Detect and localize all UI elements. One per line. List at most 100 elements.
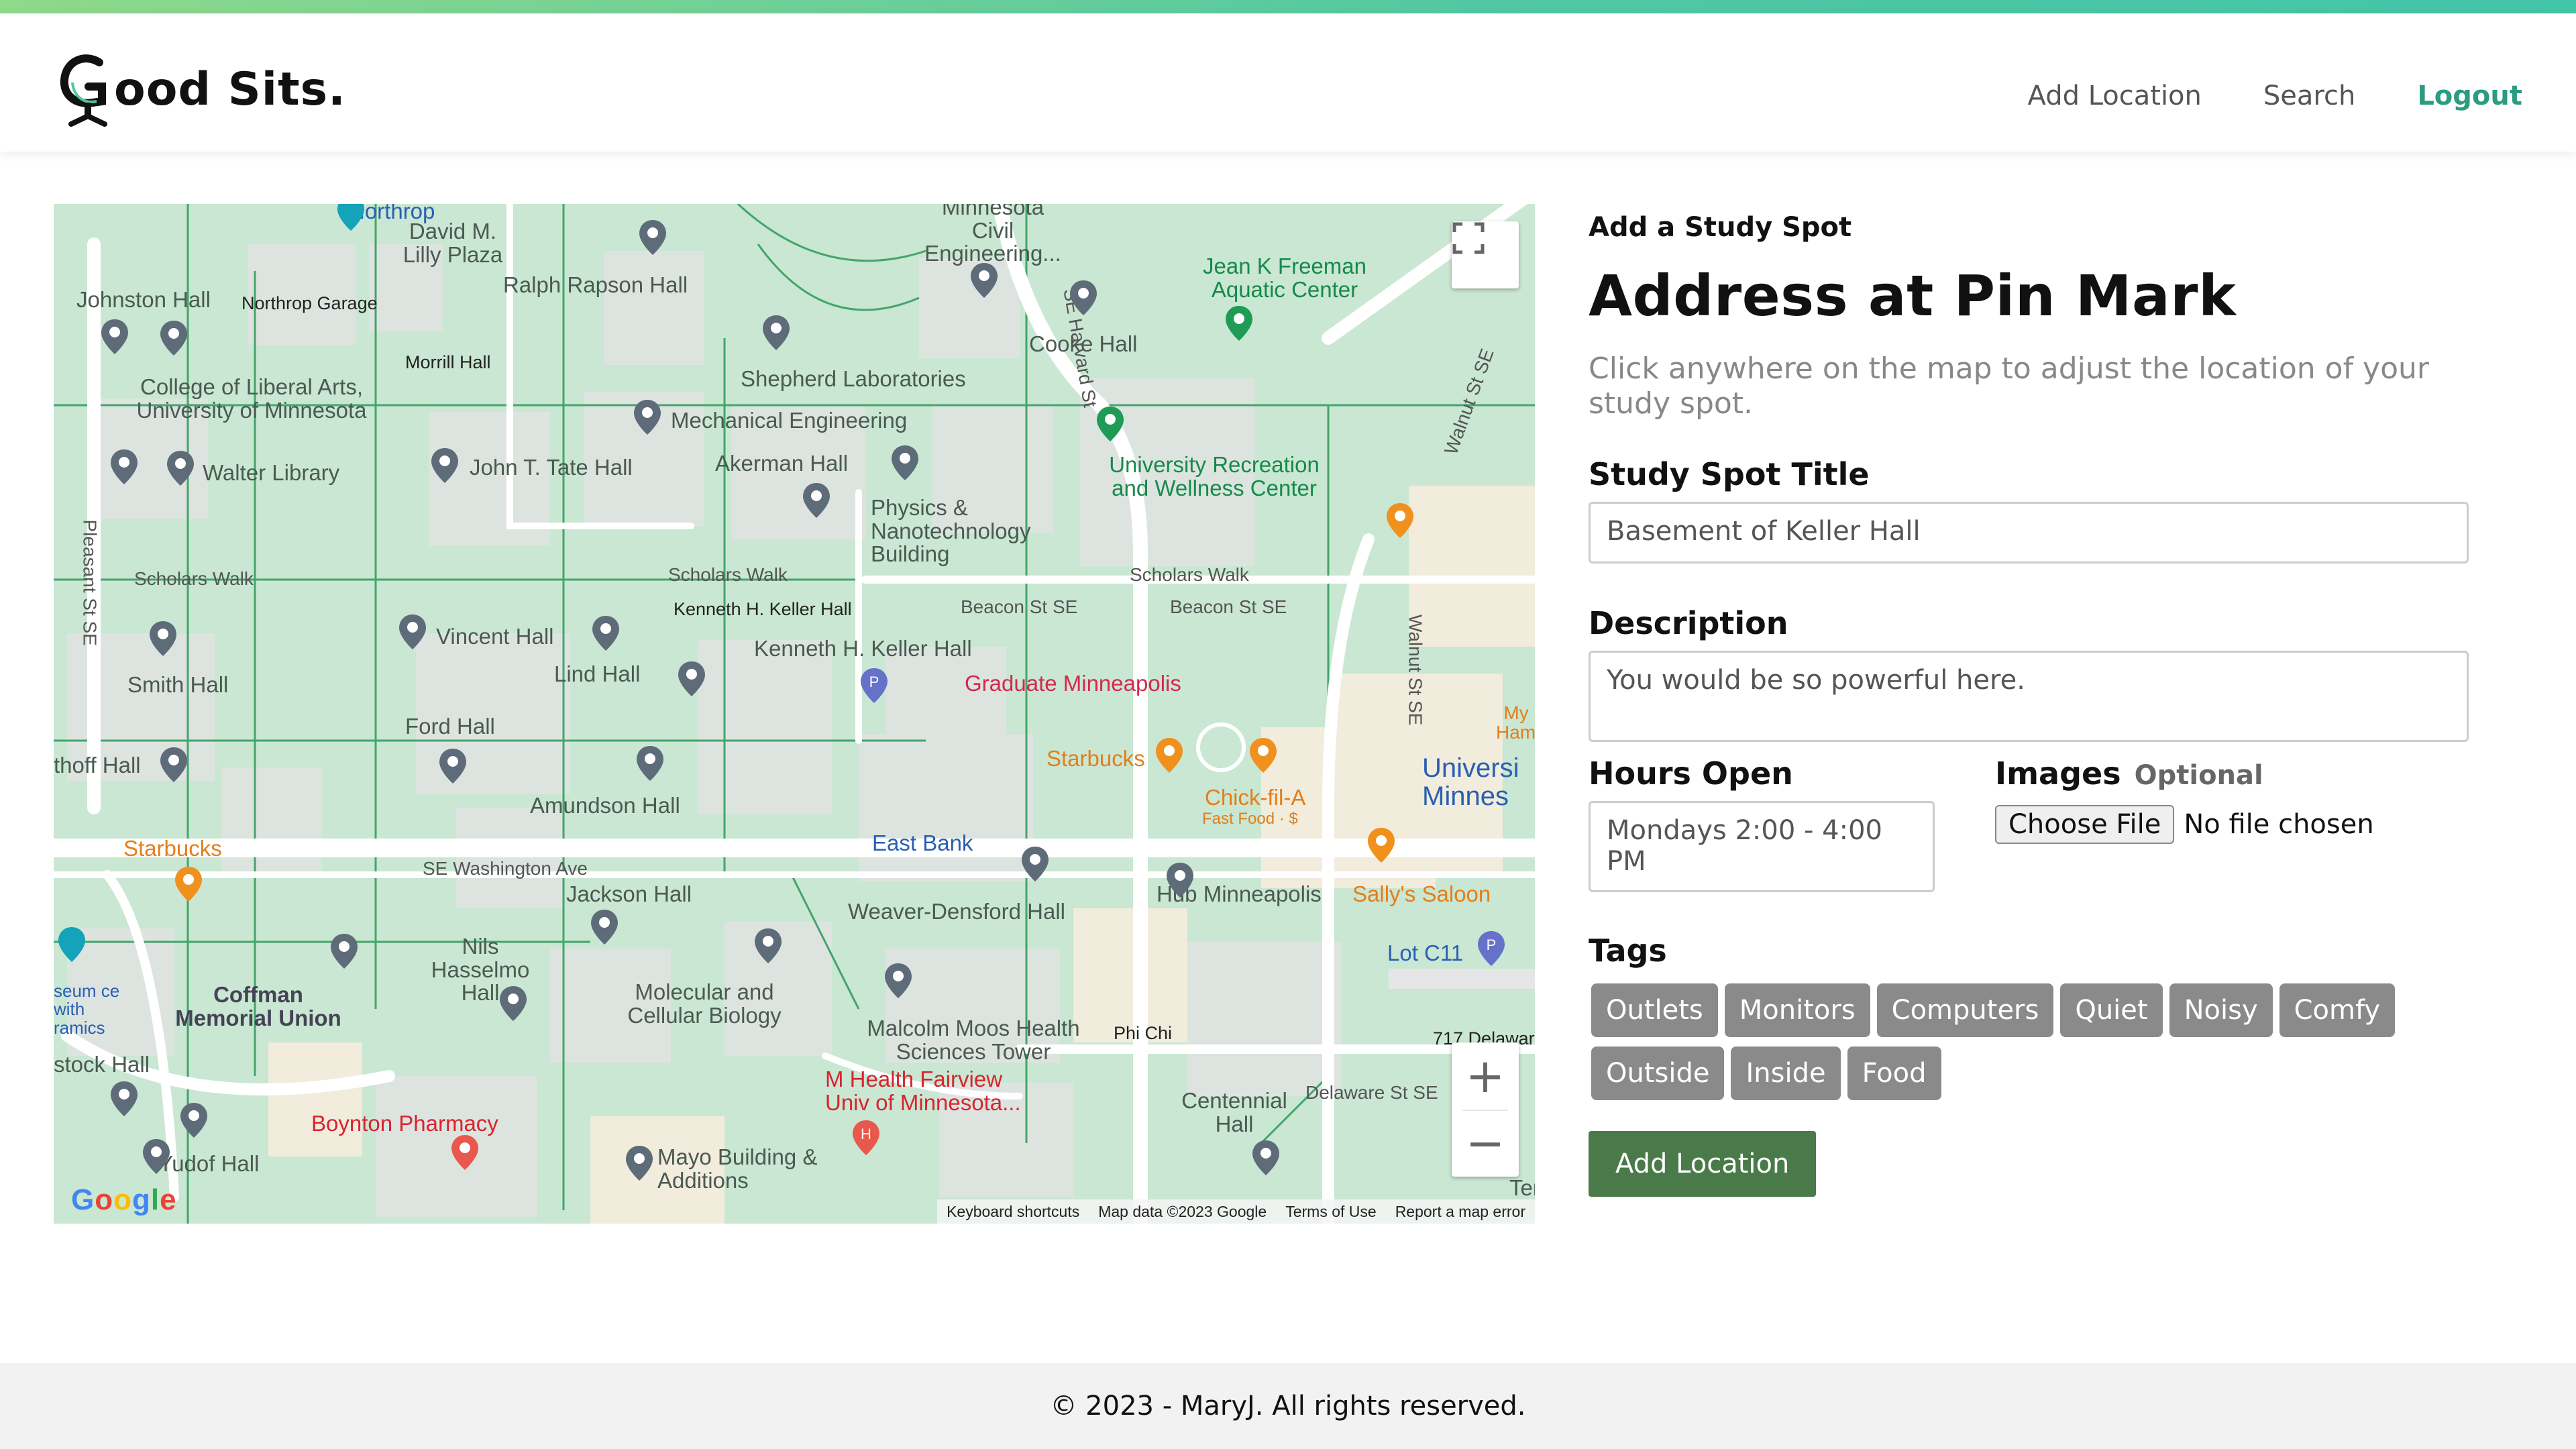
map-pin-icon[interactable] — [676, 660, 707, 698]
museum-pin-icon[interactable] — [56, 926, 87, 963]
school-pin-icon[interactable] — [753, 927, 784, 965]
hub-pin-icon[interactable] — [1165, 861, 1195, 899]
school-pin-icon[interactable] — [1020, 845, 1051, 883]
map-label: David M. Lilly Plaza — [402, 219, 503, 267]
file-status: No file chosen — [2184, 809, 2374, 840]
zoom-divider — [1462, 1110, 1508, 1111]
map-label: College of Liberal Arts, University of M… — [136, 374, 367, 423]
images-label: Images — [1995, 755, 2121, 792]
map-label: Phi Chi — [1114, 1023, 1173, 1043]
map-label: Mayo Building & Additions — [657, 1144, 818, 1193]
keyboard-shortcuts-link[interactable]: Keyboard shortcuts — [947, 1203, 1079, 1221]
school-pin-icon[interactable] — [632, 398, 663, 436]
report-error-link[interactable]: Report a map error — [1395, 1203, 1525, 1221]
google-logo[interactable]: Google — [71, 1183, 177, 1217]
description-textarea[interactable]: You would be so powerful here. — [1589, 651, 2469, 742]
chair-logo-icon — [60, 54, 107, 127]
pharmacy-pin-icon[interactable] — [449, 1134, 480, 1171]
map-label: Sally's Saloon — [1352, 881, 1491, 906]
school-pin-icon[interactable] — [109, 1080, 140, 1118]
school-pin-icon[interactable] — [590, 614, 621, 652]
school-pin-icon[interactable] — [429, 447, 460, 484]
building-pin-icon[interactable] — [329, 932, 360, 970]
school-pin-icon[interactable] — [158, 746, 189, 784]
map-label: John T. Tate Hall — [470, 455, 633, 480]
map-attribution: Keyboard shortcuts Map data ©2023 Google… — [937, 1199, 1535, 1224]
school-pin-icon[interactable] — [1250, 1139, 1281, 1177]
map-view[interactable]: Northrop Minnesota Civil Engineering... … — [54, 204, 1535, 1224]
map-label: M Health Fairview Univ of Minnesota... — [825, 1067, 1021, 1115]
map-label: East Bank — [872, 830, 973, 855]
theater-pin-icon[interactable] — [335, 204, 366, 232]
map-label: SE Washington Ave — [423, 858, 588, 879]
aquatic-pin-icon[interactable] — [1224, 305, 1254, 342]
school-pin-icon[interactable] — [883, 962, 914, 1000]
terms-link[interactable]: Terms of Use — [1285, 1203, 1376, 1221]
school-pin-icon[interactable] — [1068, 279, 1099, 317]
tag-outlets[interactable]: Outlets — [1591, 983, 1718, 1037]
map-label: Physics & Nanotechnology Building — [871, 495, 1031, 567]
copyright-text: © 2023 - MaryJ. All rights reserved. — [1050, 1391, 1526, 1421]
map-label: Molecular and Cellular Biology — [627, 979, 782, 1028]
school-pin-icon[interactable] — [761, 314, 792, 352]
hours-label: Hours Open — [1589, 755, 1793, 792]
fullscreen-icon — [1452, 222, 1485, 254]
school-pin-icon[interactable] — [397, 613, 428, 651]
school-pin-icon[interactable] — [890, 444, 920, 482]
hours-textarea[interactable]: Mondays 2:00 - 4:00 PM — [1589, 801, 1935, 892]
title-label: Study Spot Title — [1589, 456, 1870, 492]
school-pin-icon[interactable] — [141, 1138, 172, 1175]
map-label: Walter Library — [203, 460, 340, 485]
top-accent-strip — [0, 0, 2576, 13]
school-pin-icon[interactable] — [498, 985, 529, 1022]
tag-inside[interactable]: Inside — [1731, 1046, 1841, 1100]
school-pin-icon[interactable] — [801, 482, 832, 519]
recreation-pin-icon[interactable] — [1095, 405, 1126, 443]
school-pin-icon[interactable] — [624, 1144, 655, 1182]
tag-monitors[interactable]: Monitors — [1724, 983, 1870, 1037]
cafe-pin-icon[interactable] — [1154, 737, 1185, 774]
hospital-pin-icon[interactable]: H — [851, 1119, 881, 1157]
map-label: Johnston Hall — [76, 287, 211, 312]
brand-logo[interactable]: ood Sits. — [58, 46, 346, 133]
school-pin-icon[interactable] — [109, 448, 140, 486]
tag-quiet[interactable]: Quiet — [2060, 983, 2163, 1037]
school-pin-icon[interactable] — [589, 908, 620, 946]
nav-search[interactable]: Search — [2263, 80, 2355, 111]
zoom-in-button[interactable]: + — [1452, 1042, 1519, 1110]
school-pin-icon[interactable] — [635, 745, 665, 782]
school-pin-icon[interactable] — [158, 319, 189, 357]
nav-add-location[interactable]: Add Location — [2028, 80, 2202, 111]
map-label: Smith Hall — [127, 672, 229, 697]
nav-logout[interactable]: Logout — [2417, 80, 2522, 111]
school-pin-icon[interactable] — [99, 318, 130, 356]
restaurant-pin-icon[interactable] — [1385, 502, 1415, 539]
map-label: Scholars Walk — [134, 568, 254, 589]
tag-outside[interactable]: Outside — [1591, 1046, 1725, 1100]
school-pin-icon[interactable] — [637, 219, 668, 256]
file-picker: Choose File No file chosen — [1995, 805, 2374, 844]
zoom-out-button[interactable]: − — [1452, 1110, 1519, 1177]
tag-food[interactable]: Food — [1847, 1046, 1941, 1100]
map-label: Weaver-Densford Hall — [848, 899, 1066, 924]
bar-pin-icon[interactable] — [1366, 826, 1397, 864]
tag-noisy[interactable]: Noisy — [2169, 983, 2273, 1037]
add-location-button[interactable]: Add Location — [1589, 1131, 1817, 1197]
school-pin-icon[interactable] — [969, 262, 1000, 299]
title-input[interactable]: Basement of Keller Hall — [1589, 502, 2469, 564]
map-label: Beacon St SE — [961, 596, 1078, 617]
cafe-pin-icon[interactable] — [173, 865, 204, 903]
library-pin-icon[interactable] — [165, 449, 196, 487]
tag-comfy[interactable]: Comfy — [2279, 983, 2396, 1037]
fullscreen-button[interactable] — [1452, 221, 1519, 288]
choose-file-button[interactable]: Choose File — [1995, 805, 2175, 844]
tag-computers[interactable]: Computers — [1876, 983, 2054, 1037]
site-footer: © 2023 - MaryJ. All rights reserved. — [0, 1363, 2576, 1449]
restaurant-pin-icon[interactable] — [1248, 737, 1279, 774]
parking-pin-icon[interactable]: P — [859, 667, 890, 704]
school-pin-icon[interactable] — [437, 747, 468, 785]
parking-pin-icon[interactable]: P — [1476, 930, 1507, 967]
school-pin-icon[interactable] — [178, 1102, 209, 1139]
school-pin-icon[interactable] — [148, 620, 178, 657]
map-label: Scholars Walk — [1130, 564, 1249, 585]
